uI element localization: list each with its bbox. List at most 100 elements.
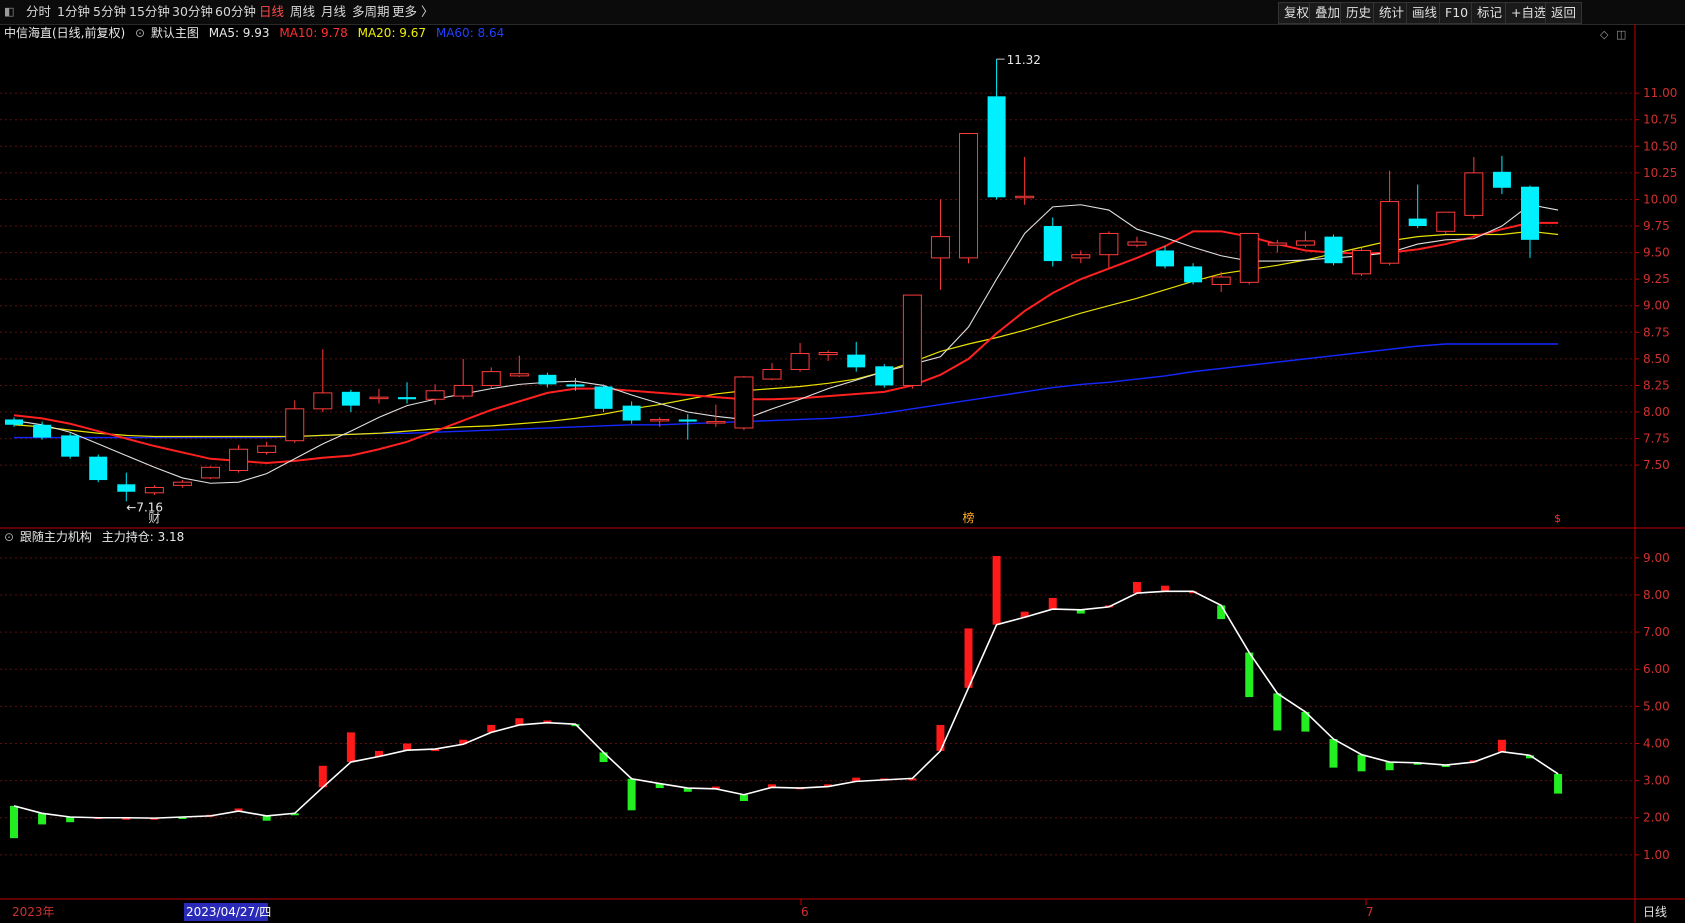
candle-body-up bbox=[369, 396, 389, 400]
hold-change-bar bbox=[599, 752, 608, 763]
candle-body-up bbox=[1464, 172, 1484, 216]
hold-change-bar bbox=[1385, 762, 1394, 771]
hold-tick-label: 1.00 bbox=[1643, 848, 1670, 862]
period-label: 日线 bbox=[1643, 905, 1667, 919]
hold-change-bar bbox=[627, 778, 636, 811]
price-tick-label: 9.50 bbox=[1643, 246, 1670, 260]
price-tick-label: 7.50 bbox=[1643, 458, 1670, 472]
candle-body-up bbox=[930, 236, 950, 259]
candle-body-down bbox=[89, 456, 108, 481]
hold-line bbox=[13, 590, 1559, 819]
candle-body-up bbox=[313, 392, 333, 410]
hold-change-bar bbox=[992, 555, 1001, 625]
candle-body-down bbox=[622, 405, 641, 421]
candle-body-up bbox=[1127, 241, 1147, 246]
candle-body-down bbox=[5, 419, 23, 425]
hold-tick-label: 5.00 bbox=[1643, 699, 1670, 713]
candle-body-up bbox=[1239, 232, 1259, 283]
price-tick-label: 7.75 bbox=[1643, 432, 1670, 446]
ma60-line bbox=[14, 343, 1559, 439]
price-tick-label: 11.00 bbox=[1643, 86, 1677, 100]
hold-change-bar bbox=[1245, 652, 1254, 698]
price-tick-label: 10.00 bbox=[1643, 192, 1677, 206]
candle-body-down bbox=[875, 366, 894, 386]
hold-tick-label: 6.00 bbox=[1643, 662, 1670, 676]
candle-body-down bbox=[61, 435, 80, 457]
hold-change-bar bbox=[1161, 585, 1170, 592]
candle-body-down bbox=[987, 96, 1006, 198]
candle-body-up bbox=[453, 384, 473, 397]
hold-tick-label: 4.00 bbox=[1643, 736, 1670, 750]
candle-body-down bbox=[1043, 226, 1062, 262]
price-tick-label: 9.75 bbox=[1643, 219, 1670, 233]
candle-body-up bbox=[425, 390, 445, 400]
hold-tick-label: 3.00 bbox=[1643, 774, 1670, 788]
candle-body-up bbox=[172, 481, 192, 486]
hold-tick-label: 9.00 bbox=[1643, 551, 1670, 565]
price-tick-label: 8.00 bbox=[1643, 405, 1670, 419]
candle-body-up bbox=[1436, 211, 1456, 232]
price-tick-label: 9.00 bbox=[1643, 299, 1670, 313]
hold-change-bar bbox=[1273, 693, 1282, 731]
candle-body-up bbox=[706, 421, 726, 424]
candle-body-up bbox=[257, 445, 277, 453]
candle-body-down bbox=[566, 384, 585, 387]
candle-body-up bbox=[959, 133, 979, 259]
hold-change-bar bbox=[1357, 754, 1366, 772]
hold-change-bar bbox=[1048, 597, 1057, 610]
price-tick-label: 10.75 bbox=[1643, 113, 1677, 127]
candle-body-up bbox=[790, 353, 810, 371]
candle-body-up bbox=[1071, 254, 1091, 259]
hold-change-bar bbox=[1329, 739, 1338, 768]
hold-tick-label: 2.00 bbox=[1643, 811, 1670, 825]
candle-body-up bbox=[1015, 195, 1035, 199]
candle-body-up bbox=[144, 486, 164, 494]
panel-toggle-icon: ◫ bbox=[1616, 28, 1626, 41]
hold-change-bar bbox=[739, 794, 748, 802]
hold-change-bar bbox=[964, 628, 973, 688]
candle-body-down bbox=[1156, 250, 1175, 267]
hold-change-bar bbox=[1217, 605, 1226, 620]
month-label-6: 6 bbox=[801, 905, 809, 919]
price-tick-label: 10.50 bbox=[1643, 139, 1677, 153]
candle-body-up bbox=[509, 373, 529, 377]
candle-body-down bbox=[398, 397, 417, 400]
hold-change-bar bbox=[38, 813, 47, 825]
high-price-label: 11.32 bbox=[1007, 53, 1041, 67]
hold-change-bar bbox=[403, 743, 412, 751]
candle-body-down bbox=[1184, 266, 1203, 283]
candle-body-down bbox=[538, 374, 557, 385]
candle-body-up bbox=[481, 371, 501, 386]
candle-body-down bbox=[1408, 218, 1427, 227]
hold-tick-label: 7.00 bbox=[1643, 625, 1670, 639]
candle-body-down bbox=[33, 424, 52, 438]
candle-body-down bbox=[847, 354, 866, 368]
price-tick-label: 10.25 bbox=[1643, 166, 1677, 180]
kline-chart[interactable]: 11.00 10.75 10.50 10.25 10.00 9.75 9.50 9.25 9.0… bbox=[0, 0, 1685, 923]
candle-body-down bbox=[1521, 186, 1539, 240]
candle-body-up bbox=[201, 466, 221, 479]
candle-body-up bbox=[229, 448, 249, 471]
hold-change-bar bbox=[1554, 773, 1563, 794]
candle-body-down bbox=[117, 484, 136, 492]
hold-tick-label: 8.00 bbox=[1643, 588, 1670, 602]
candle-body-up bbox=[734, 376, 754, 429]
candle-body-up bbox=[1380, 201, 1400, 264]
event-marker-dollar: $ bbox=[1554, 512, 1561, 525]
hold-change-bar bbox=[1497, 739, 1506, 752]
cursor-date-label: 2023/04/27/四 bbox=[186, 905, 271, 919]
candle-body-down bbox=[1324, 236, 1343, 264]
candle-body-up bbox=[1295, 240, 1315, 246]
price-tick-label: 8.75 bbox=[1643, 325, 1670, 339]
price-tick-label: 8.25 bbox=[1643, 378, 1670, 392]
event-marker-finance: 财 bbox=[148, 511, 160, 525]
candle-body-up bbox=[902, 294, 922, 386]
candle-body-up bbox=[818, 351, 838, 356]
event-marker-rank: 榜 bbox=[963, 510, 975, 525]
candle-body-up bbox=[762, 369, 782, 380]
diamond-icon: ◇ bbox=[1600, 28, 1609, 41]
hold-change-bar bbox=[936, 724, 945, 751]
price-tick-label: 9.25 bbox=[1643, 272, 1670, 286]
month-label-7: 7 bbox=[1366, 905, 1374, 919]
hold-change-bar bbox=[1132, 581, 1141, 594]
